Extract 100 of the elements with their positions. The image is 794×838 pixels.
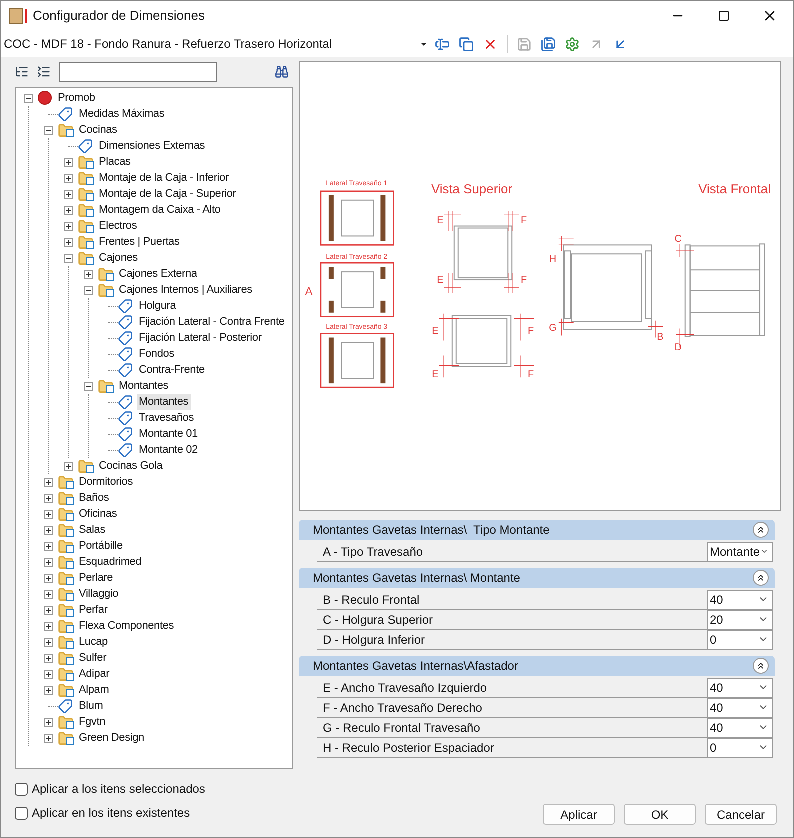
checkbox[interactable] bbox=[15, 806, 28, 820]
dialog-button[interactable]: OK bbox=[624, 804, 696, 825]
collapse-toggle[interactable] bbox=[44, 126, 53, 134]
expand-toggle[interactable] bbox=[44, 654, 53, 662]
tree-item[interactable]: Adipar bbox=[77, 666, 112, 682]
value-dropdown[interactable]: 40 bbox=[707, 718, 773, 738]
search-button[interactable] bbox=[275, 65, 289, 79]
collapse-button[interactable] bbox=[753, 570, 769, 586]
value-dropdown[interactable]: 40 bbox=[707, 590, 773, 610]
tree-item[interactable]: Cajones Externa bbox=[117, 266, 200, 282]
tree-item[interactable]: Montaje de la Caja - Inferior bbox=[97, 170, 231, 186]
collapse-button[interactable] bbox=[753, 522, 769, 538]
toolbar-button[interactable] bbox=[457, 34, 476, 54]
tree-item[interactable]: Fijación Lateral - Posterior bbox=[137, 330, 264, 346]
collapse-toggle[interactable] bbox=[64, 254, 73, 262]
expand-toggle[interactable] bbox=[44, 510, 53, 518]
expand-toggle[interactable] bbox=[44, 574, 53, 582]
tree-item[interactable]: Oficinas bbox=[77, 506, 120, 522]
tree-item[interactable]: Travesaños bbox=[137, 410, 196, 426]
tree-item[interactable]: Montagem da Caixa - Alto bbox=[97, 202, 223, 218]
tree-item[interactable]: Cocinas bbox=[77, 122, 120, 138]
expand-toggle[interactable] bbox=[44, 670, 53, 678]
dialog-button[interactable]: Cancelar bbox=[705, 804, 777, 825]
expand-toggle[interactable] bbox=[44, 734, 53, 742]
tag-icon bbox=[118, 346, 133, 362]
expand-toggle[interactable] bbox=[44, 558, 53, 566]
tree-item[interactable]: Promob bbox=[56, 90, 98, 106]
tree-item[interactable]: Medidas Máximas bbox=[77, 106, 167, 122]
tree-item[interactable]: Esquadrimed bbox=[77, 554, 144, 570]
collapse-button[interactable] bbox=[753, 658, 769, 674]
tree-item[interactable]: Electros bbox=[97, 218, 140, 234]
tree-item[interactable]: Perlare bbox=[77, 570, 116, 586]
folder-icon bbox=[78, 155, 94, 169]
tree-item[interactable]: Villaggio bbox=[77, 586, 121, 602]
tree-item[interactable]: Fijación Lateral - Contra Frente bbox=[137, 314, 287, 330]
value-dropdown[interactable]: 0 bbox=[707, 630, 773, 650]
search-field[interactable] bbox=[59, 62, 217, 82]
expand-toggle[interactable] bbox=[84, 270, 93, 278]
value-dropdown[interactable]: 0 bbox=[707, 738, 773, 758]
collapse-toggle[interactable] bbox=[84, 382, 93, 390]
expand-toggle[interactable] bbox=[44, 686, 53, 694]
folder-icon bbox=[58, 123, 74, 137]
expand-toggle[interactable] bbox=[64, 158, 73, 166]
tree-item[interactable]: Fgvtn bbox=[77, 714, 108, 730]
toolbar-button[interactable] bbox=[539, 34, 558, 54]
collapse-toggle[interactable] bbox=[24, 94, 33, 102]
expand-toggle[interactable] bbox=[44, 718, 53, 726]
expand-toggle[interactable] bbox=[44, 638, 53, 646]
expand-toggle[interactable] bbox=[44, 494, 53, 502]
tree-item[interactable]: Dormitorios bbox=[77, 474, 136, 490]
tree-item[interactable]: Cocinas Gola bbox=[97, 458, 165, 474]
tree-item[interactable]: Montante 02 bbox=[137, 442, 200, 458]
tag-icon bbox=[58, 106, 73, 122]
expand-toggle[interactable] bbox=[64, 222, 73, 230]
expand-toggle[interactable] bbox=[64, 174, 73, 182]
expand-toggle[interactable] bbox=[64, 206, 73, 214]
property-label: G - Reculo Frontal Travesaño bbox=[322, 720, 482, 736]
drawing-label: E bbox=[437, 275, 444, 286]
expand-toggle[interactable] bbox=[64, 462, 73, 470]
expand-toggle[interactable] bbox=[64, 190, 73, 198]
tree-item[interactable]: Blum bbox=[77, 698, 106, 714]
expand-toggle[interactable] bbox=[44, 542, 53, 550]
tree-item[interactable]: Placas bbox=[97, 154, 133, 170]
tree-item[interactable]: Frentes | Puertas bbox=[97, 234, 182, 250]
tree-item[interactable]: Holgura bbox=[137, 298, 178, 314]
expand-toggle[interactable] bbox=[44, 478, 53, 486]
tree-item[interactable]: Montantes bbox=[117, 378, 171, 394]
tree-item[interactable]: Alpam bbox=[77, 682, 112, 698]
tree-item[interactable]: Sulfer bbox=[77, 650, 109, 666]
expand-toggle[interactable] bbox=[44, 590, 53, 598]
tree-item[interactable]: Fondos bbox=[137, 346, 176, 362]
expand-toggle[interactable] bbox=[44, 622, 53, 630]
tree-item[interactable]: Flexa Componentes bbox=[77, 618, 176, 634]
tree-item[interactable]: Cajones bbox=[97, 250, 140, 266]
tree-item[interactable]: Cajones Internos | Auxiliares bbox=[117, 282, 254, 298]
expand-toggle[interactable] bbox=[64, 238, 73, 246]
collapse-toggle[interactable] bbox=[84, 286, 93, 294]
tree-item[interactable]: Salas bbox=[77, 522, 108, 538]
dialog-button[interactable]: Aplicar bbox=[543, 804, 615, 825]
expand-toggle[interactable] bbox=[44, 526, 53, 534]
collapse-all-button[interactable] bbox=[37, 65, 51, 79]
toolbar-button[interactable] bbox=[563, 34, 582, 54]
value-dropdown[interactable]: 20 bbox=[707, 610, 773, 630]
tree-item[interactable]: Dimensiones Externas bbox=[97, 138, 208, 154]
expand-toggle[interactable] bbox=[44, 606, 53, 614]
tag-icon bbox=[118, 394, 133, 410]
expand-all-button[interactable] bbox=[15, 65, 29, 79]
tree-item[interactable]: Montantes bbox=[137, 394, 191, 410]
checkbox[interactable] bbox=[15, 782, 28, 796]
value-dropdown[interactable]: Montante bbox=[707, 542, 773, 562]
tree-item[interactable]: Green Design bbox=[77, 730, 146, 746]
tree-item[interactable]: Portábille bbox=[77, 538, 125, 554]
tree-item[interactable]: Montaje de la Caja - Superior bbox=[97, 186, 238, 202]
tree-item[interactable]: Contra-Frente bbox=[137, 362, 207, 378]
tree-item[interactable]: Montante 01 bbox=[137, 426, 200, 442]
value-dropdown[interactable]: 40 bbox=[707, 698, 773, 718]
tree-item[interactable]: Lucap bbox=[77, 634, 110, 650]
value-dropdown[interactable]: 40 bbox=[707, 678, 773, 698]
tree-item[interactable]: Baños bbox=[77, 490, 112, 506]
tree-item[interactable]: Perfar bbox=[77, 602, 110, 618]
